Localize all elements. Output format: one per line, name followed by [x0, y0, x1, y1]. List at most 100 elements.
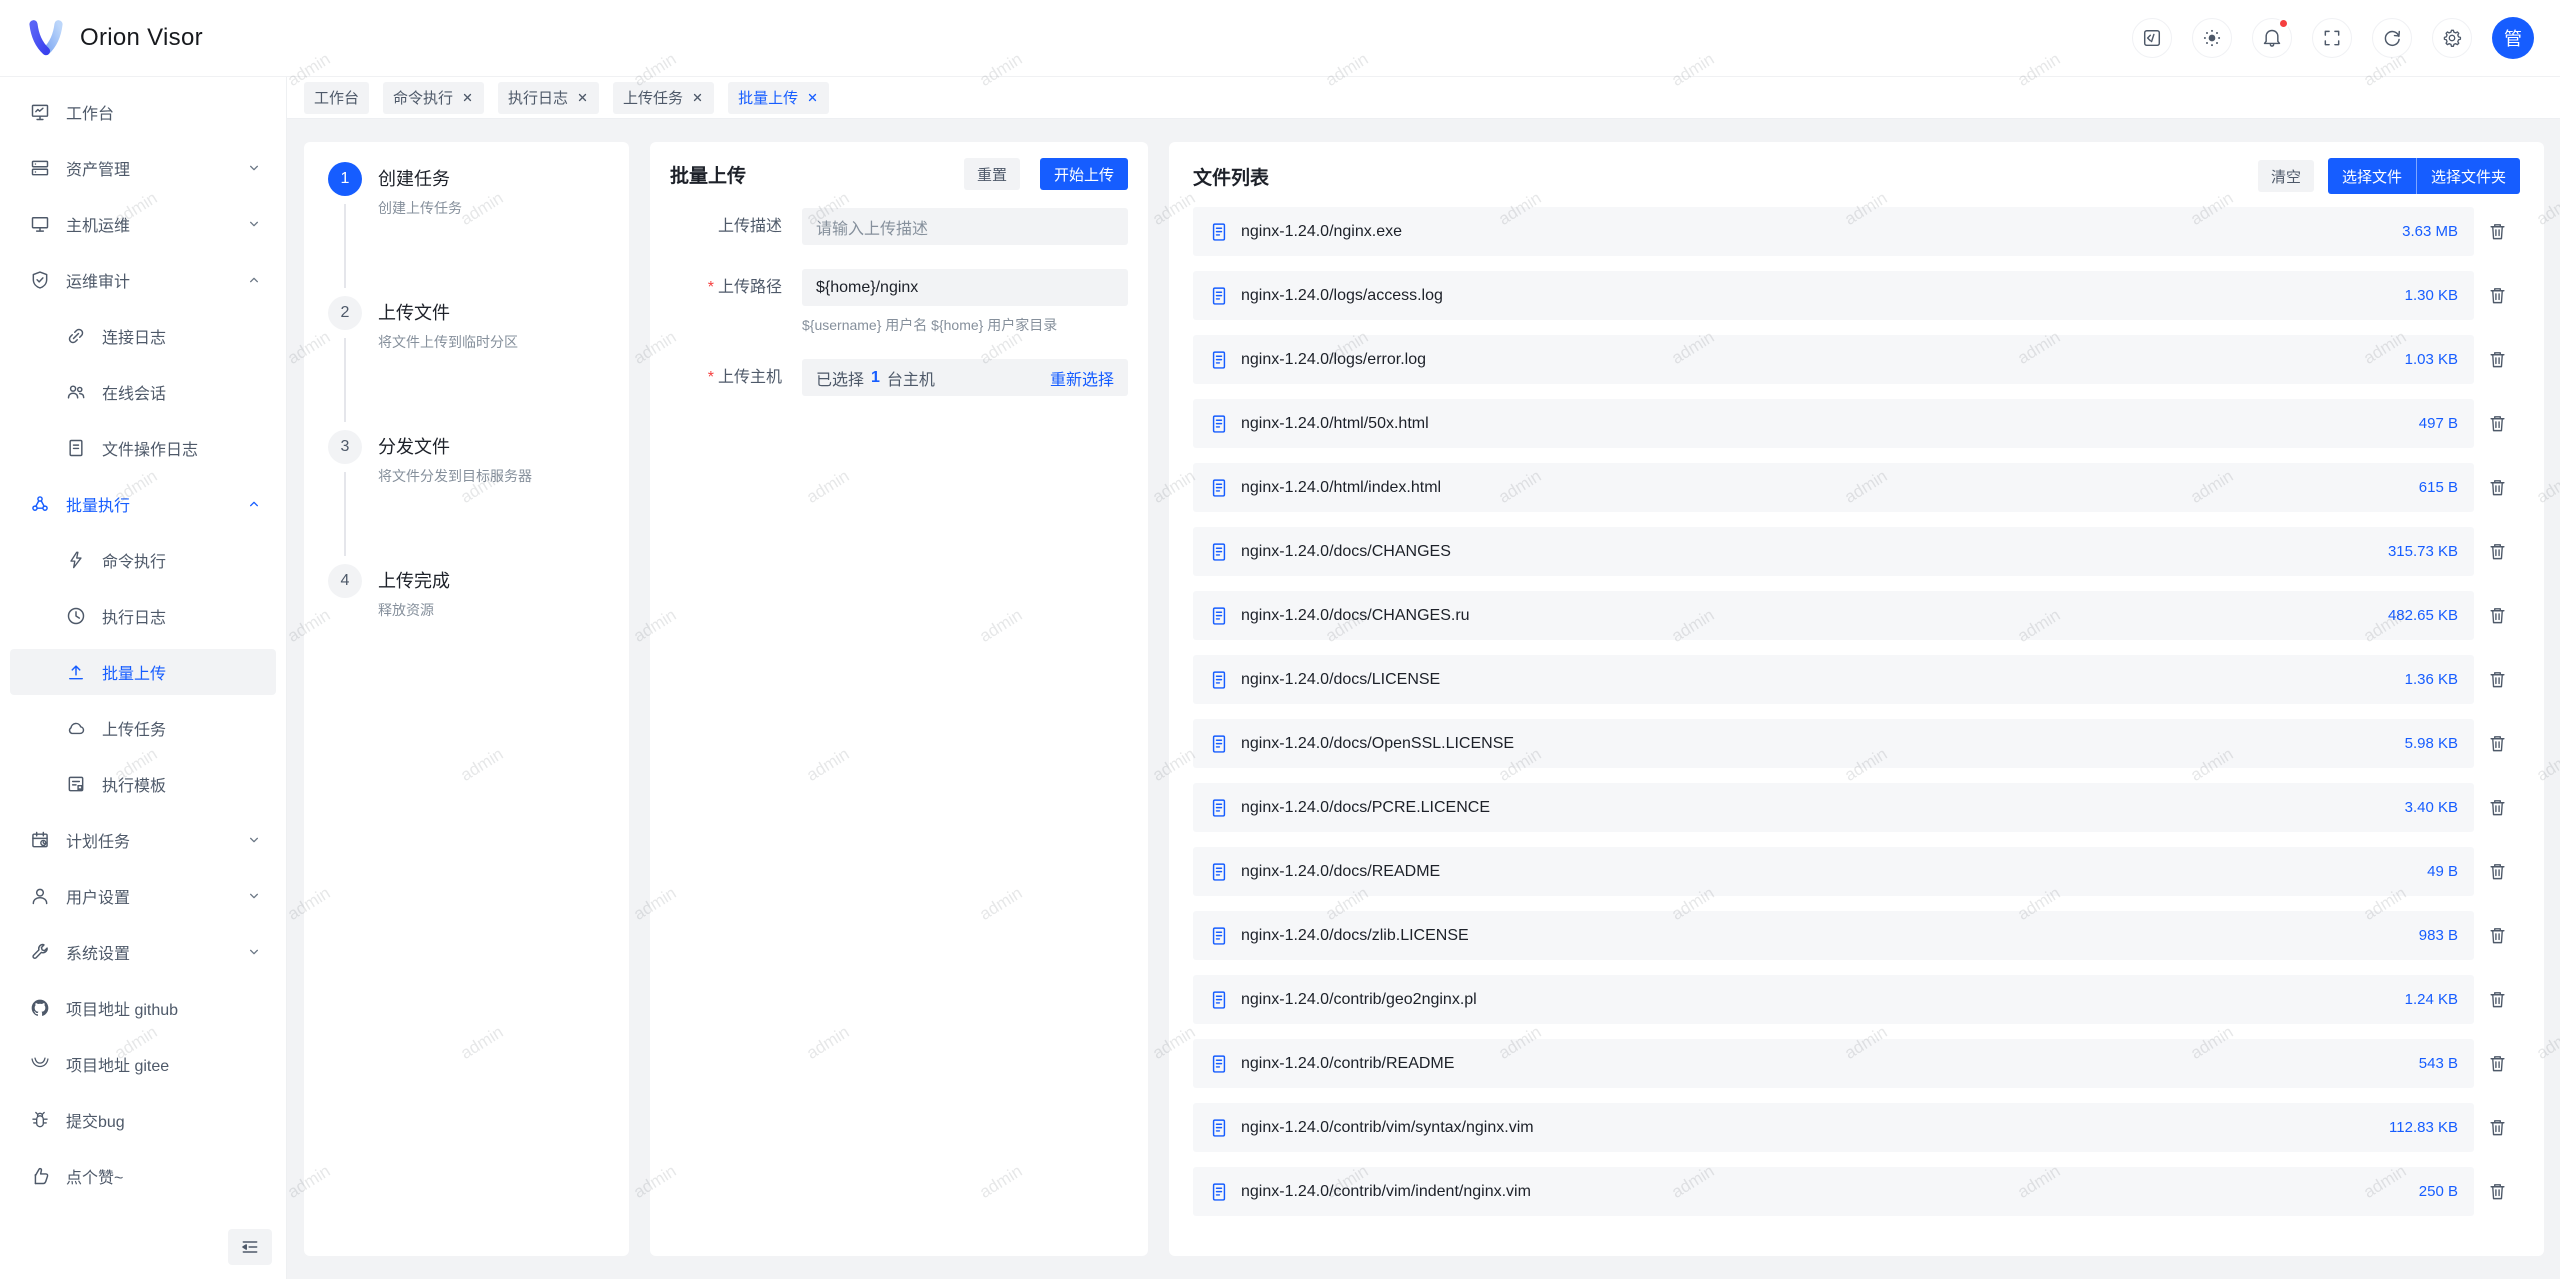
file-list-item: nginx-1.24.0/docs/CHANGES.ru 482.65 KB: [1193, 591, 2520, 640]
delete-file-button[interactable]: [2474, 1039, 2520, 1088]
select-file-button[interactable]: 选择文件: [2328, 158, 2416, 194]
close-icon[interactable]: [576, 91, 589, 104]
delete-file-button[interactable]: [2474, 1167, 2520, 1216]
file-list-item: nginx-1.24.0/docs/PCRE.LICENCE 3.40 KB: [1193, 783, 2520, 832]
step-title: 上传文件: [378, 296, 518, 330]
select-folder-button[interactable]: 选择文件夹: [2416, 158, 2520, 194]
sidebar-item-batch-upload[interactable]: 批量上传: [10, 649, 276, 695]
sidebar-item-command-exec[interactable]: 命令执行: [10, 537, 276, 583]
reselect-hosts-link[interactable]: 重新选择: [1050, 366, 1114, 390]
sidebar-item-like[interactable]: 点个赞~: [10, 1153, 276, 1199]
delete-file-button[interactable]: [2474, 207, 2520, 256]
delete-file-button[interactable]: [2474, 719, 2520, 768]
file-list-item: nginx-1.24.0/docs/CHANGES 315.73 KB: [1193, 527, 2520, 576]
sidebar-item-label: 资产管理: [66, 156, 130, 180]
sidebar-item-file-op-log[interactable]: 文件操作日志: [10, 425, 276, 471]
sidebar-item-label: 连接日志: [102, 324, 166, 348]
delete-file-button[interactable]: [2474, 399, 2520, 448]
sidebar-item-github[interactable]: 项目地址 github: [10, 985, 276, 1031]
theme-brightness-icon[interactable]: [2192, 18, 2232, 58]
delete-file-button[interactable]: [2474, 271, 2520, 320]
close-icon[interactable]: [806, 91, 819, 104]
delete-file-button[interactable]: [2474, 527, 2520, 576]
file-list-item: nginx-1.24.0/contrib/vim/indent/nginx.vi…: [1193, 1167, 2520, 1216]
clear-files-button[interactable]: 清空: [2258, 160, 2314, 192]
sidebar-item-assets[interactable]: 资产管理: [10, 145, 276, 191]
file-icon: [1209, 926, 1229, 946]
close-icon[interactable]: [461, 91, 474, 104]
step-title: 上传完成: [378, 564, 450, 598]
desktop-icon: [30, 102, 50, 122]
body-row: 工作台 资产管理: [0, 77, 2560, 1279]
delete-file-button[interactable]: [2474, 1103, 2520, 1152]
file-size: 482.65 KB: [2388, 607, 2458, 624]
tab-label: 命令执行: [393, 87, 453, 108]
code-icon[interactable]: [2132, 18, 2172, 58]
monitor-icon: [30, 214, 50, 234]
file-name: nginx-1.24.0/docs/CHANGES.ru: [1241, 607, 2374, 625]
sidebar-item-scheduled-tasks[interactable]: 计划任务: [10, 817, 276, 863]
file-size: 3.63 MB: [2402, 223, 2458, 240]
file-name: nginx-1.24.0/logs/access.log: [1241, 287, 2391, 305]
reset-button[interactable]: 重置: [964, 158, 1020, 190]
file-icon: [1209, 606, 1229, 626]
close-icon[interactable]: [691, 91, 704, 104]
shield-check-icon: [30, 270, 50, 290]
file-name: nginx-1.24.0/docs/LICENSE: [1241, 671, 2391, 689]
sidebar-item-host-ops[interactable]: 主机运维: [10, 201, 276, 247]
sidebar-item-upload-tasks[interactable]: 上传任务: [10, 705, 276, 751]
sidebar-item-gitee[interactable]: 项目地址 gitee: [10, 1041, 276, 1087]
delete-file-button[interactable]: [2474, 783, 2520, 832]
upload-description-input[interactable]: 请输入上传描述: [802, 208, 1128, 245]
sidebar-item-workbench[interactable]: 工作台: [10, 89, 276, 135]
sidebar-collapse-button[interactable]: [228, 1229, 272, 1265]
sidebar-item-report-bug[interactable]: 提交bug: [10, 1097, 276, 1143]
file-list-item: nginx-1.24.0/docs/LICENSE 1.36 KB: [1193, 655, 2520, 704]
tab-workbench[interactable]: 工作台: [304, 82, 369, 114]
sidebar-item-online-sessions[interactable]: 在线会话: [10, 369, 276, 415]
sidebar-item-exec-log[interactable]: 执行日志: [10, 593, 276, 639]
upload-path-input[interactable]: ${home}/nginx: [802, 269, 1128, 306]
sidebar-item-audit[interactable]: 运维审计: [10, 257, 276, 303]
upload-description-label: 上传描述: [670, 208, 782, 245]
step-number: 3: [328, 430, 362, 464]
tab-batch-upload[interactable]: 批量上传: [728, 82, 829, 114]
sidebar-item-label: 主机运维: [66, 212, 130, 236]
file-size: 5.98 KB: [2405, 735, 2458, 752]
bug-icon: [30, 1110, 50, 1130]
delete-file-button[interactable]: [2474, 847, 2520, 896]
delete-file-button[interactable]: [2474, 591, 2520, 640]
file-name: nginx-1.24.0/contrib/geo2nginx.pl: [1241, 991, 2391, 1009]
file-list-item: nginx-1.24.0/contrib/geo2nginx.pl 1.24 K…: [1193, 975, 2520, 1024]
sidebar-item-connect-log[interactable]: 连接日志: [10, 313, 276, 359]
step-title: 分发文件: [378, 430, 532, 464]
sidebar-item-batch-exec[interactable]: 批量执行: [10, 481, 276, 527]
template-icon: [66, 774, 86, 794]
file-icon: [1209, 798, 1229, 818]
delete-file-button[interactable]: [2474, 655, 2520, 704]
notifications-bell-icon[interactable]: [2252, 18, 2292, 58]
sidebar-item-system-settings[interactable]: 系统设置: [10, 929, 276, 975]
fullscreen-icon[interactable]: [2312, 18, 2352, 58]
delete-file-button[interactable]: [2474, 335, 2520, 384]
start-upload-button[interactable]: 开始上传: [1040, 158, 1128, 190]
file-size: 1.24 KB: [2405, 991, 2458, 1008]
sidebar-item-exec-template[interactable]: 执行模板: [10, 761, 276, 807]
delete-file-button[interactable]: [2474, 975, 2520, 1024]
chevron-up-icon: [246, 272, 262, 288]
delete-file-button[interactable]: [2474, 911, 2520, 960]
tab-command-exec[interactable]: 命令执行: [383, 82, 484, 114]
settings-gear-icon[interactable]: [2432, 18, 2472, 58]
tab-upload-tasks[interactable]: 上传任务: [613, 82, 714, 114]
user-avatar[interactable]: 管: [2492, 17, 2534, 59]
file-list-item: nginx-1.24.0/nginx.exe 3.63 MB: [1193, 207, 2520, 256]
delete-file-button[interactable]: [2474, 463, 2520, 512]
sidebar-item-user-settings[interactable]: 用户设置: [10, 873, 276, 919]
file-name: nginx-1.24.0/nginx.exe: [1241, 223, 2388, 241]
refresh-icon[interactable]: [2372, 18, 2412, 58]
host-selected-count: 1: [871, 369, 880, 387]
file-icon: [1209, 862, 1229, 882]
file-name: nginx-1.24.0/docs/CHANGES: [1241, 543, 2374, 561]
orion-visor-logo-icon: [26, 20, 66, 56]
tab-exec-log[interactable]: 执行日志: [498, 82, 599, 114]
